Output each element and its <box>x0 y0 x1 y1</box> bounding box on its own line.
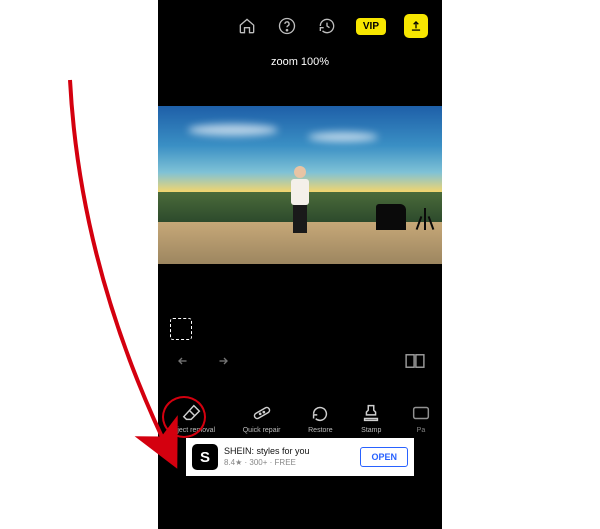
tool-stamp[interactable]: Stamp <box>360 402 382 434</box>
tool-restore[interactable]: Restore <box>308 402 333 434</box>
tool-label: Restore <box>308 427 333 434</box>
help-icon[interactable] <box>276 15 298 37</box>
undo-icon[interactable] <box>176 354 194 368</box>
photo-cloud <box>188 124 278 136</box>
bottom-toolbar: Object removal Quick repair Restore Stam… <box>158 378 442 436</box>
tool-label: Stamp <box>361 427 381 434</box>
stamp-icon <box>360 402 382 424</box>
ad-banner[interactable]: S SHEIN: styles for you 8.4★ · 300+ · FR… <box>186 438 414 476</box>
photo-tripod <box>424 208 426 230</box>
vip-badge[interactable]: VIP <box>356 18 386 35</box>
top-toolbar: VIP <box>158 6 442 46</box>
tool-label: Quick repair <box>243 427 281 434</box>
phone-frame: VIP zoom 100% <box>158 0 442 529</box>
export-icon[interactable] <box>404 14 428 38</box>
annotation-circle <box>162 396 206 438</box>
tool-partial[interactable]: Pa <box>410 402 432 434</box>
ad-line1: SHEIN: styles for you <box>224 446 354 457</box>
restore-icon <box>309 402 331 424</box>
nav-row <box>158 344 442 378</box>
selection-tool-icon[interactable] <box>170 318 192 340</box>
ad-text: SHEIN: styles for you 8.4★ · 300+ · FREE <box>224 446 354 468</box>
photo-subject-girl <box>286 166 314 234</box>
more-icon <box>410 402 432 424</box>
ad-logo: S <box>192 444 218 470</box>
tool-label: Pa <box>417 427 426 434</box>
photo-cloud <box>308 132 378 142</box>
bandage-icon <box>251 402 273 424</box>
home-icon[interactable] <box>236 15 258 37</box>
zoom-label: zoom 100% <box>158 56 442 68</box>
ad-line2: 8.4★ · 300+ · FREE <box>224 457 354 468</box>
history-icon[interactable] <box>316 15 338 37</box>
tool-object-removal[interactable]: Object removal <box>168 402 215 434</box>
image-canvas[interactable] <box>158 106 442 264</box>
tool-quick-repair[interactable]: Quick repair <box>243 402 281 434</box>
compare-icon[interactable] <box>404 353 424 369</box>
ad-open-button[interactable]: OPEN <box>360 447 408 467</box>
photo-subject-photographer <box>376 204 406 230</box>
redo-icon[interactable] <box>212 354 230 368</box>
